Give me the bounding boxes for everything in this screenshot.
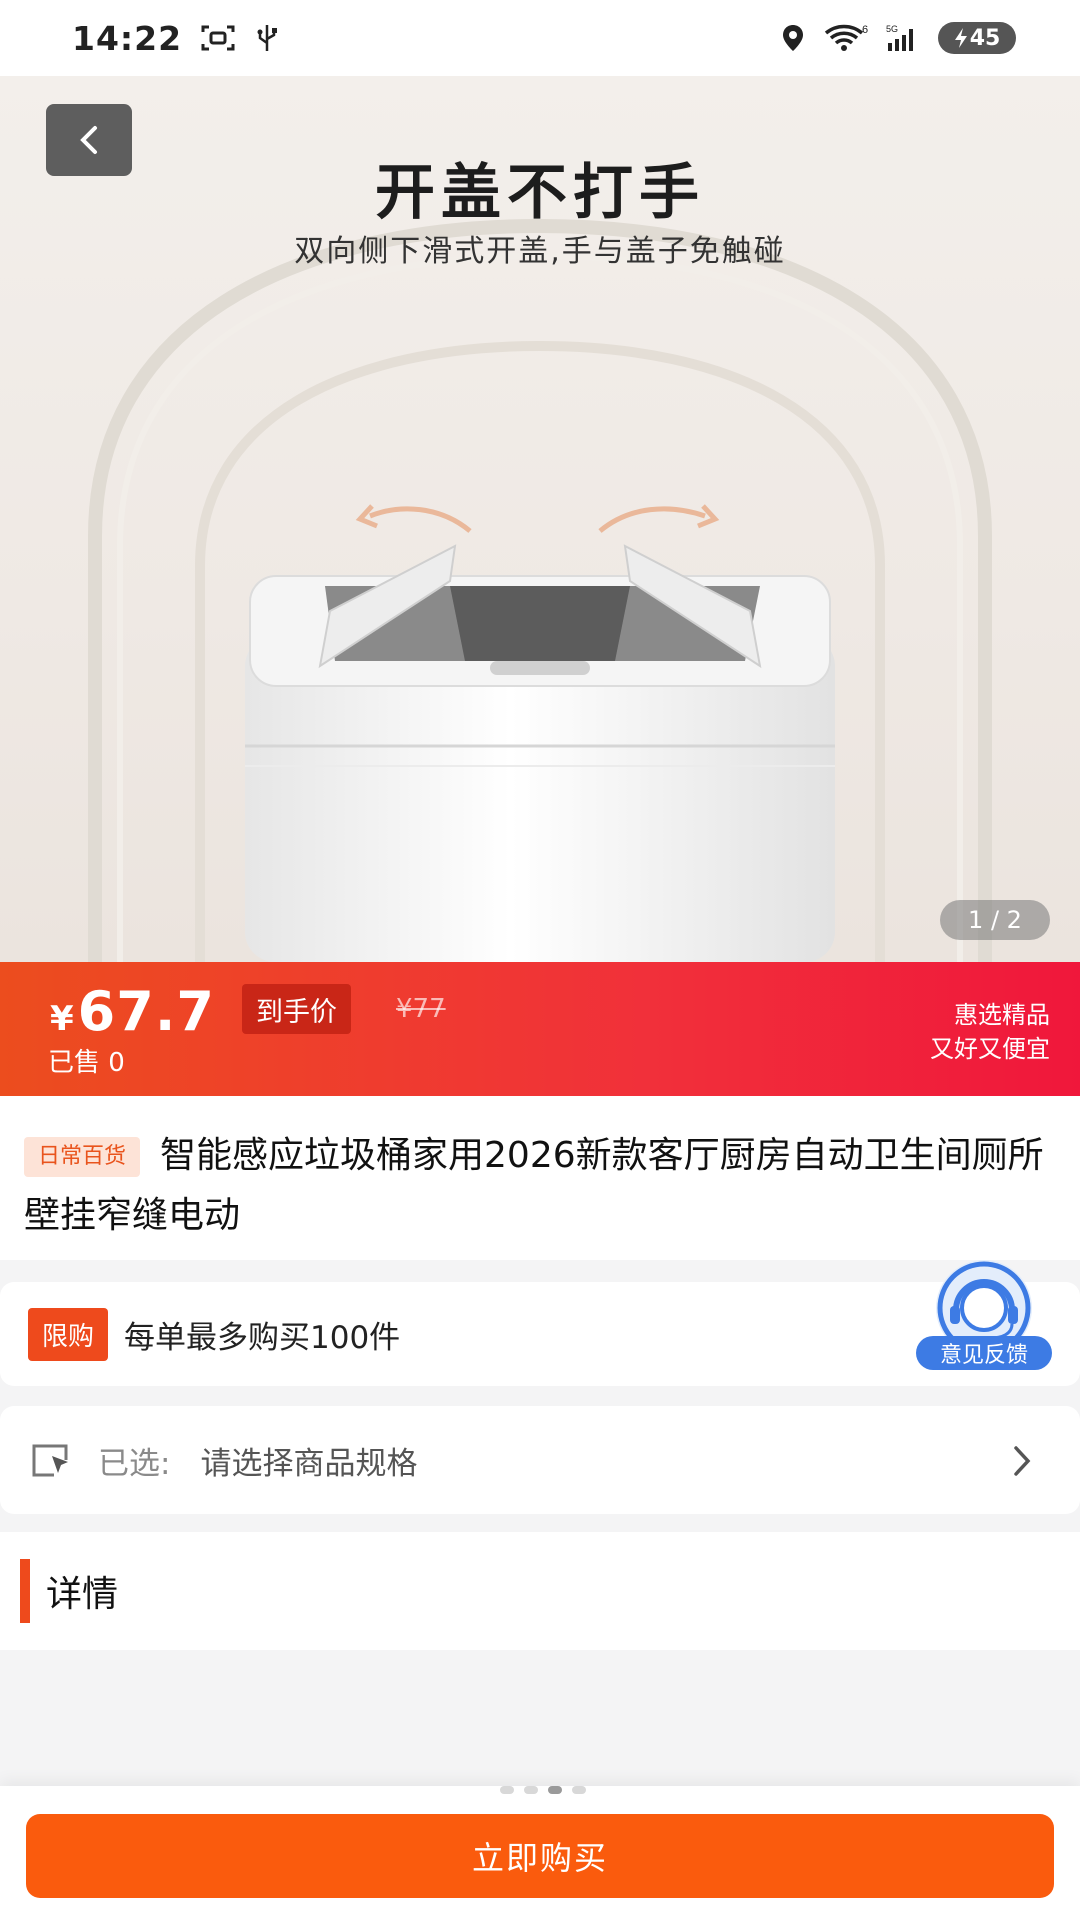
- buy-now-button[interactable]: 立即购买: [26, 1814, 1054, 1898]
- limit-text: 每单最多购买100件: [124, 1319, 401, 1356]
- product-image-carousel[interactable]: 开盖不打手 双向侧下滑式开盖,手与盖子免触碰 1 / 2: [0, 76, 1080, 962]
- original-price: ¥77: [396, 994, 446, 1024]
- price-banner: ¥ 67.7 到手价 ¥77 已售 0 惠选精品 又好又便宜: [0, 962, 1080, 1096]
- wifi-icon: 6: [824, 24, 868, 51]
- product-title-card: 日常百货 智能感应垃圾桶家用2026新款客厅厨房自动卫生间厕所壁挂窄缝电动: [0, 1096, 1080, 1260]
- detail-title: 详情: [46, 1574, 119, 1615]
- page-dot: [524, 1786, 538, 1794]
- slogan-line-1: 惠选精品: [954, 1001, 1050, 1029]
- price-value: 67.7: [77, 980, 215, 1043]
- battery-indicator: 45: [938, 22, 1016, 54]
- page-dot-active: [548, 1786, 562, 1794]
- status-time: 14:22: [72, 18, 183, 58]
- location-icon: [783, 25, 803, 51]
- status-bar: 14:22 6 5G 45: [0, 0, 1080, 76]
- spec-value: 请选择商品规格: [200, 1445, 418, 1482]
- page-dot: [572, 1786, 586, 1794]
- product-title-text: 智能感应垃圾桶家用2026新款客厅厨房自动卫生间厕所壁挂窄缝电动: [24, 1135, 1044, 1236]
- slogan-line-2: 又好又便宜: [930, 1035, 1050, 1063]
- final-price-tag: 到手价: [242, 984, 351, 1034]
- sold-count: 已售 0: [48, 1048, 125, 1078]
- slogan: 惠选精品 又好又便宜: [930, 998, 1050, 1066]
- hero-title: 开盖不打手: [375, 158, 705, 228]
- battery-level: 45: [969, 25, 1001, 51]
- currency-symbol: ¥: [50, 999, 74, 1039]
- detail-accent-bar: [20, 1559, 30, 1623]
- image-counter: 1 / 2: [940, 900, 1050, 940]
- detail-body: [0, 1650, 1080, 1786]
- page-indicator: [500, 1786, 586, 1794]
- product-title: 日常百货 智能感应垃圾桶家用2026新款客厅厨房自动卫生间厕所壁挂窄缝电动: [24, 1126, 1056, 1246]
- screenshot-icon: [201, 25, 235, 51]
- select-cursor-icon: [32, 1444, 68, 1477]
- svg-text:5G: 5G: [886, 24, 898, 34]
- status-right: 6 5G 45: [780, 22, 1016, 54]
- signal-icon: 5G: [886, 24, 913, 51]
- usb-icon: [257, 25, 278, 51]
- detail-section-header: 详情: [0, 1532, 1080, 1650]
- category-tag: 日常百货: [24, 1137, 141, 1177]
- feedback-button[interactable]: 意见反馈: [916, 1258, 1052, 1370]
- bottom-action-bar: 立即购买: [0, 1786, 1080, 1920]
- feedback-label: 意见反馈: [916, 1336, 1052, 1370]
- status-left: 14:22: [72, 19, 280, 58]
- hero-subtitle: 双向侧下滑式开盖,手与盖子免触碰: [294, 234, 786, 269]
- chevron-right-icon: [1014, 1446, 1031, 1476]
- svg-text:6: 6: [862, 24, 868, 36]
- price-row: ¥ 67.7: [50, 980, 215, 1043]
- page-dot: [500, 1786, 514, 1794]
- spec-label: 已选:: [98, 1445, 171, 1482]
- spec-selector[interactable]: 已选: 请选择商品规格: [0, 1406, 1080, 1514]
- battery-charging-icon: [954, 28, 967, 48]
- limit-tag: 限购: [28, 1307, 109, 1361]
